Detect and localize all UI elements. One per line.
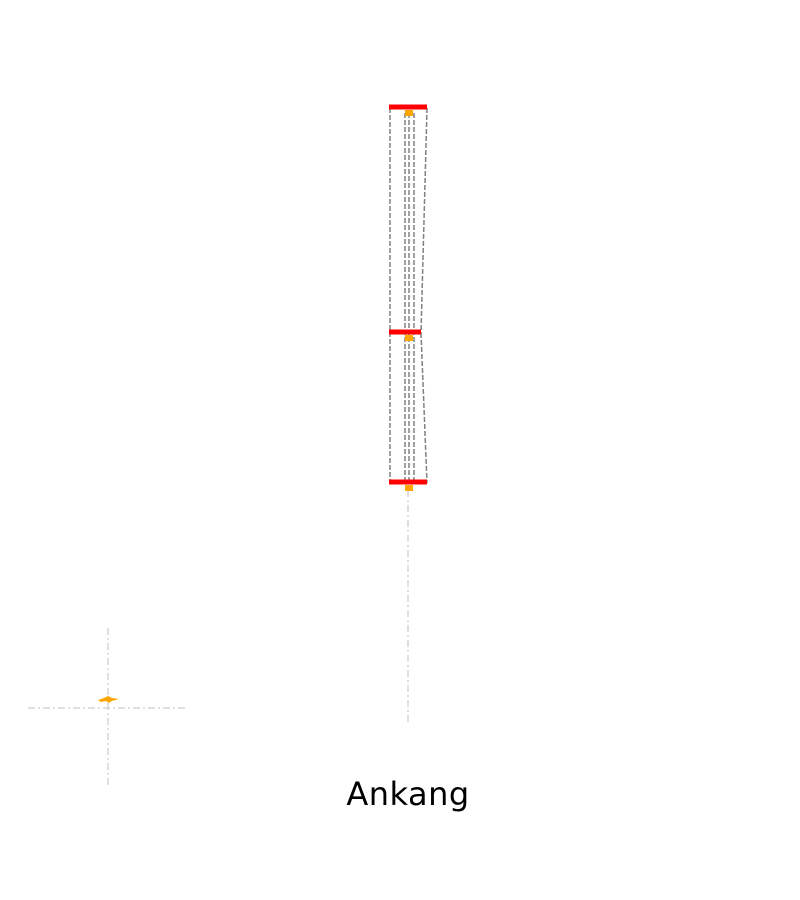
location-caption: Ankang	[346, 775, 470, 813]
joint-marker-top	[405, 110, 413, 116]
frame-right-edge-upper	[420, 107, 428, 334]
diagram-canvas	[28, 104, 428, 788]
joint-marker-bottom	[405, 485, 413, 491]
tower-frame	[389, 107, 428, 484]
joint-markers	[405, 110, 413, 491]
airplane-icon	[98, 696, 119, 703]
frame-right-edge-lower	[420, 332, 428, 484]
joint-marker-middle	[405, 335, 413, 341]
